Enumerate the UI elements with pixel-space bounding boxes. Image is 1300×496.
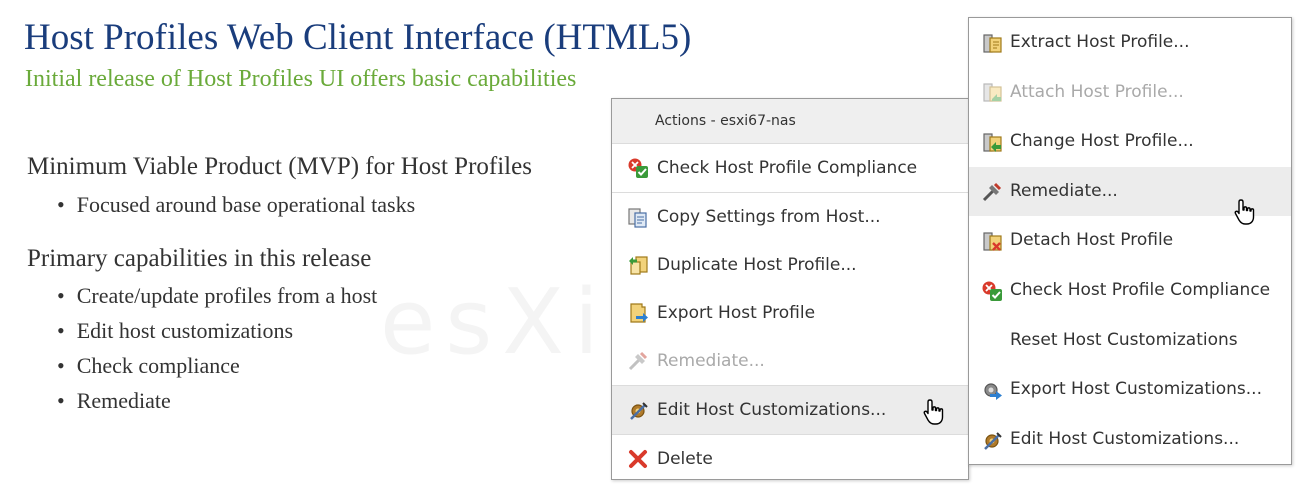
remediate-icon (981, 181, 1003, 203)
detach-profile-icon (981, 230, 1003, 252)
mvp-bullets: Focused around base operational tasks (57, 187, 415, 222)
actions-context-menu: Actions - esxi67-nas Check Host Profile … (611, 98, 969, 480)
section-heading-mvp: Minimum Viable Product (MVP) for Host Pr… (27, 153, 532, 180)
bullet-item: Edit host customizations (57, 313, 377, 348)
attach-profile-icon (981, 81, 1003, 103)
bullet-item: Remediate (57, 383, 377, 418)
change-profile-icon (981, 131, 1003, 153)
edit-customizations-icon (981, 429, 1003, 451)
duplicate-profile-icon (627, 254, 649, 276)
menu-item-remediate[interactable]: Remediate... (969, 166, 1291, 225)
menu-item-label: Check Host Profile Compliance (1010, 279, 1271, 300)
delete-icon (627, 448, 649, 470)
menu-item-label: Remediate... (657, 351, 765, 371)
host-profiles-submenu: Extract Host Profile... Attach Host Prof… (968, 17, 1292, 465)
menu-item-edit-customizations[interactable]: Edit Host Customizations... (612, 386, 968, 435)
export-profile-icon (627, 302, 649, 324)
export-customizations-icon (981, 379, 1003, 401)
slide-subtitle: Initial release of Host Profiles UI offe… (25, 66, 577, 92)
menu-item-check-compliance[interactable]: Check Host Profile Compliance (969, 266, 1291, 316)
check-compliance-icon (627, 157, 649, 179)
menu-item-edit-customizations[interactable]: Edit Host Customizations... (969, 415, 1291, 465)
menu-item-export-customizations[interactable]: Export Host Customizations... (969, 365, 1291, 415)
bullet-item: Create/update profiles from a host (57, 278, 378, 313)
capabilities-bullets: Create/update profiles from a host Edit … (57, 278, 378, 418)
menu-item-label: Copy Settings from Host... (657, 207, 881, 227)
menu-item-delete[interactable]: Delete (612, 435, 968, 483)
menu-item-label: Edit Host Customizations... (1010, 428, 1240, 449)
slide-title: Host Profiles Web Client Interface (HTML… (24, 17, 692, 58)
menu-item-extract-profile[interactable]: Extract Host Profile... (969, 18, 1291, 68)
menu-item-copy-settings[interactable]: Copy Settings from Host... (612, 193, 968, 241)
edit-customizations-icon (627, 399, 649, 421)
menu-item-change-profile[interactable]: Change Host Profile... (969, 117, 1291, 167)
remediate-icon (627, 350, 649, 372)
menu-item-label: Check Host Profile Compliance (657, 158, 918, 178)
menu-item-detach-profile[interactable]: Detach Host Profile (969, 216, 1291, 266)
menu-item-label: Remediate... (1010, 180, 1118, 201)
menu-item-label: Duplicate Host Profile... (657, 255, 857, 275)
menu-item-attach-profile[interactable]: Attach Host Profile... (969, 68, 1291, 118)
menu-item-label: Reset Host Customizations (1010, 329, 1238, 350)
menu-item-remediate[interactable]: Remediate... (612, 337, 968, 386)
menu-item-label: Extract Host Profile... (1010, 32, 1190, 52)
extract-profile-icon (981, 32, 1003, 54)
menu-item-label: Export Host Customizations... (1010, 379, 1262, 400)
bullet-item: Focused around base operational tasks (57, 187, 415, 222)
menu-item-label: Delete (657, 449, 713, 469)
menu-item-check-compliance[interactable]: Check Host Profile Compliance (612, 144, 968, 193)
menu-item-reset-customizations[interactable]: Reset Host Customizations (969, 316, 1291, 366)
menu-item-export-profile[interactable]: Export Host Profile (612, 289, 968, 337)
check-compliance-icon (981, 280, 1003, 302)
watermark: esXi (380, 270, 609, 375)
menu-item-label: Detach Host Profile (1010, 230, 1174, 251)
menu-item-label: Change Host Profile... (1010, 131, 1194, 152)
menu-header: Actions - esxi67-nas (612, 99, 968, 144)
bullet-item: Check compliance (57, 348, 377, 383)
menu-item-label: Edit Host Customizations... (657, 400, 887, 420)
menu-item-duplicate-profile[interactable]: Duplicate Host Profile... (612, 241, 968, 289)
copy-settings-icon (627, 206, 649, 228)
hand-pointer-icon (922, 397, 946, 425)
menu-item-label: Attach Host Profile... (1010, 81, 1184, 102)
menu-item-label: Export Host Profile (657, 303, 816, 323)
section-heading-capabilities: Primary capabilities in this release (27, 245, 372, 272)
